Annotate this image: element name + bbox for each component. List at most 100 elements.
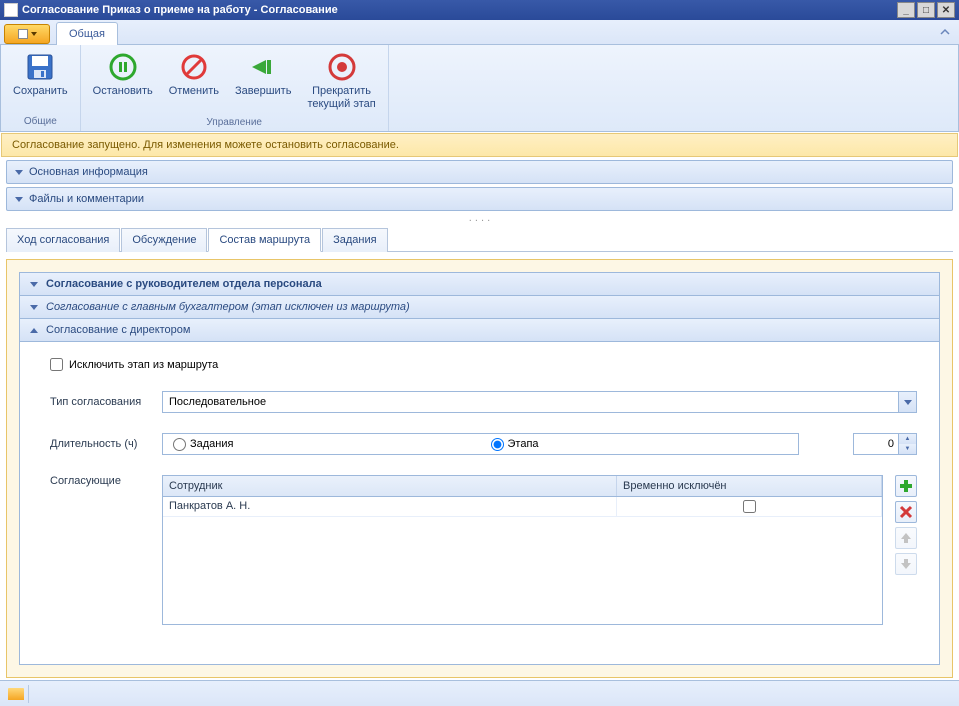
duration-radio-stage-label: Этапа xyxy=(508,438,539,450)
exclude-stage-checkbox-wrap[interactable]: Исключить этап из маршрута xyxy=(50,358,917,371)
pause-icon xyxy=(107,51,139,83)
exclude-stage-checkbox[interactable] xyxy=(50,358,63,371)
tab-discussion[interactable]: Обсуждение xyxy=(121,228,207,252)
ribbon-body: Сохранить Общие Остановить Отменить xyxy=(0,44,959,132)
approvers-grid-body: Панкратов А. Н. xyxy=(163,497,882,624)
dropdown-arrow-icon xyxy=(904,400,912,405)
splitter-handle[interactable]: . . . . xyxy=(6,214,953,222)
dropdown-arrow-icon xyxy=(31,32,37,36)
arrow-down-icon xyxy=(899,557,913,571)
ribbon-group-common-label: Общие xyxy=(24,114,57,129)
tab-route-composition[interactable]: Состав маршрута xyxy=(208,228,321,252)
ribbon-collapse-button[interactable] xyxy=(939,26,951,38)
approvers-grid-buttons xyxy=(895,475,917,575)
status-divider xyxy=(28,685,29,703)
approvers-col-employee[interactable]: Сотрудник xyxy=(163,476,617,496)
duration-spin-down[interactable]: ▼ xyxy=(899,444,916,454)
approvers-col-excluded[interactable]: Временно исключён xyxy=(617,476,882,496)
status-bar xyxy=(0,680,959,706)
add-approver-button[interactable] xyxy=(895,475,917,497)
duration-label: Длительность (ч) xyxy=(50,438,150,450)
window-title: Согласование Приказ о приеме на работу -… xyxy=(22,4,897,16)
tab-approval-flow[interactable]: Ход согласования xyxy=(6,228,120,252)
duration-radio-stage-input[interactable] xyxy=(491,438,504,451)
ribbon-group-common: Сохранить Общие xyxy=(1,45,81,131)
ribbon-group-manage: Остановить Отменить Завершить Прекратить… xyxy=(81,45,389,131)
duration-input[interactable] xyxy=(854,434,898,454)
save-button[interactable]: Сохранить xyxy=(5,47,76,102)
table-row[interactable]: Панкратов А. Н. xyxy=(163,497,882,517)
chevron-down-icon xyxy=(15,197,23,202)
approver-excluded-checkbox[interactable] xyxy=(743,500,756,513)
move-approver-down-button[interactable] xyxy=(895,553,917,575)
approvers-label: Согласующие xyxy=(50,475,150,487)
minimize-button[interactable]: _ xyxy=(897,2,915,18)
window-icon xyxy=(4,3,18,17)
cancel-button[interactable]: Отменить xyxy=(161,47,227,102)
exclude-stage-label: Исключить этап из маршрута xyxy=(69,359,218,371)
app-menu-icon xyxy=(18,29,28,39)
approvers-grid-header: Сотрудник Временно исключён xyxy=(163,476,882,497)
stop-current-label: Прекратить текущий этап xyxy=(307,85,375,111)
approver-excluded-cell xyxy=(617,497,882,517)
title-bar: Согласование Приказ о приеме на работу -… xyxy=(0,0,959,20)
stage-director-body: Исключить этап из маршрута Тип согласова… xyxy=(20,342,939,664)
chevron-down-icon xyxy=(30,305,38,310)
stage-chief-accountant[interactable]: Согласование с главным бухгалтером (этап… xyxy=(20,296,939,319)
duration-spin-up[interactable]: ▲ xyxy=(899,434,916,444)
cancel-icon xyxy=(178,51,210,83)
info-bar: Согласование запущено. Для изменения мож… xyxy=(1,133,958,157)
finish-button[interactable]: Завершить xyxy=(227,47,299,102)
content-area: Основная информация Файлы и комментарии … xyxy=(0,158,959,680)
approval-type-combo[interactable] xyxy=(162,391,917,413)
tab-tasks[interactable]: Задания xyxy=(322,228,387,252)
ribbon-tab-strip: Общая xyxy=(0,20,959,44)
delete-icon xyxy=(899,505,913,519)
plus-icon xyxy=(899,479,913,493)
stop-current-stage-button[interactable]: Прекратить текущий этап xyxy=(299,47,383,115)
accordion-basic-info-label: Основная информация xyxy=(29,166,148,178)
save-label: Сохранить xyxy=(13,85,68,98)
save-icon xyxy=(24,51,56,83)
approvers-grid: Сотрудник Временно исключён Панкратов А.… xyxy=(162,475,883,625)
stop-button[interactable]: Остановить xyxy=(85,47,161,102)
stage-director-label: Согласование с директором xyxy=(46,324,190,336)
accordion-files-comments[interactable]: Файлы и комментарии xyxy=(6,187,953,211)
duration-spinner[interactable]: ▲ ▼ xyxy=(853,433,917,455)
tab-strip: Ход согласования Обсуждение Состав маршр… xyxy=(6,227,953,252)
stage-chief-accountant-label: Согласование с главным бухгалтером (этап… xyxy=(46,301,410,313)
remove-approver-button[interactable] xyxy=(895,501,917,523)
cancel-label: Отменить xyxy=(169,85,219,98)
route-card: Согласование с руководителем отдела перс… xyxy=(6,259,953,678)
stage-hr-manager[interactable]: Согласование с руководителем отдела перс… xyxy=(20,273,939,296)
stop-label: Остановить xyxy=(93,85,153,98)
approver-employee-cell: Панкратов А. Н. xyxy=(163,497,617,517)
route-stages-panel: Согласование с руководителем отдела перс… xyxy=(19,272,940,665)
accordion-files-comments-label: Файлы и комментарии xyxy=(29,193,144,205)
approval-type-input[interactable] xyxy=(163,392,898,412)
chevron-up-icon xyxy=(30,328,38,333)
duration-radio-stage[interactable]: Этапа xyxy=(481,438,799,451)
chevron-down-icon xyxy=(30,282,38,287)
arrow-up-icon xyxy=(899,531,913,545)
duration-radio-task-label: Задания xyxy=(190,438,233,450)
maximize-button[interactable]: □ xyxy=(917,2,935,18)
stop-current-icon xyxy=(326,51,358,83)
accordion-basic-info[interactable]: Основная информация xyxy=(6,160,953,184)
stage-director[interactable]: Согласование с директором xyxy=(20,319,939,342)
finish-icon xyxy=(247,51,279,83)
ribbon-group-manage-label: Управление xyxy=(206,115,262,130)
ribbon-tab-general[interactable]: Общая xyxy=(56,22,118,45)
duration-radio-task[interactable]: Задания xyxy=(163,438,481,451)
stage-hr-manager-label: Согласование с руководителем отдела перс… xyxy=(46,278,322,290)
finish-label: Завершить xyxy=(235,85,291,98)
app-menu-button[interactable] xyxy=(4,24,50,44)
approval-type-label: Тип согласования xyxy=(50,396,150,408)
close-button[interactable]: ✕ xyxy=(937,2,955,18)
move-approver-up-button[interactable] xyxy=(895,527,917,549)
folder-icon[interactable] xyxy=(8,688,24,700)
chevron-down-icon xyxy=(15,170,23,175)
approval-type-dropdown-button[interactable] xyxy=(898,392,916,412)
duration-radio-task-input[interactable] xyxy=(173,438,186,451)
duration-radio-group: Задания Этапа xyxy=(162,433,799,455)
